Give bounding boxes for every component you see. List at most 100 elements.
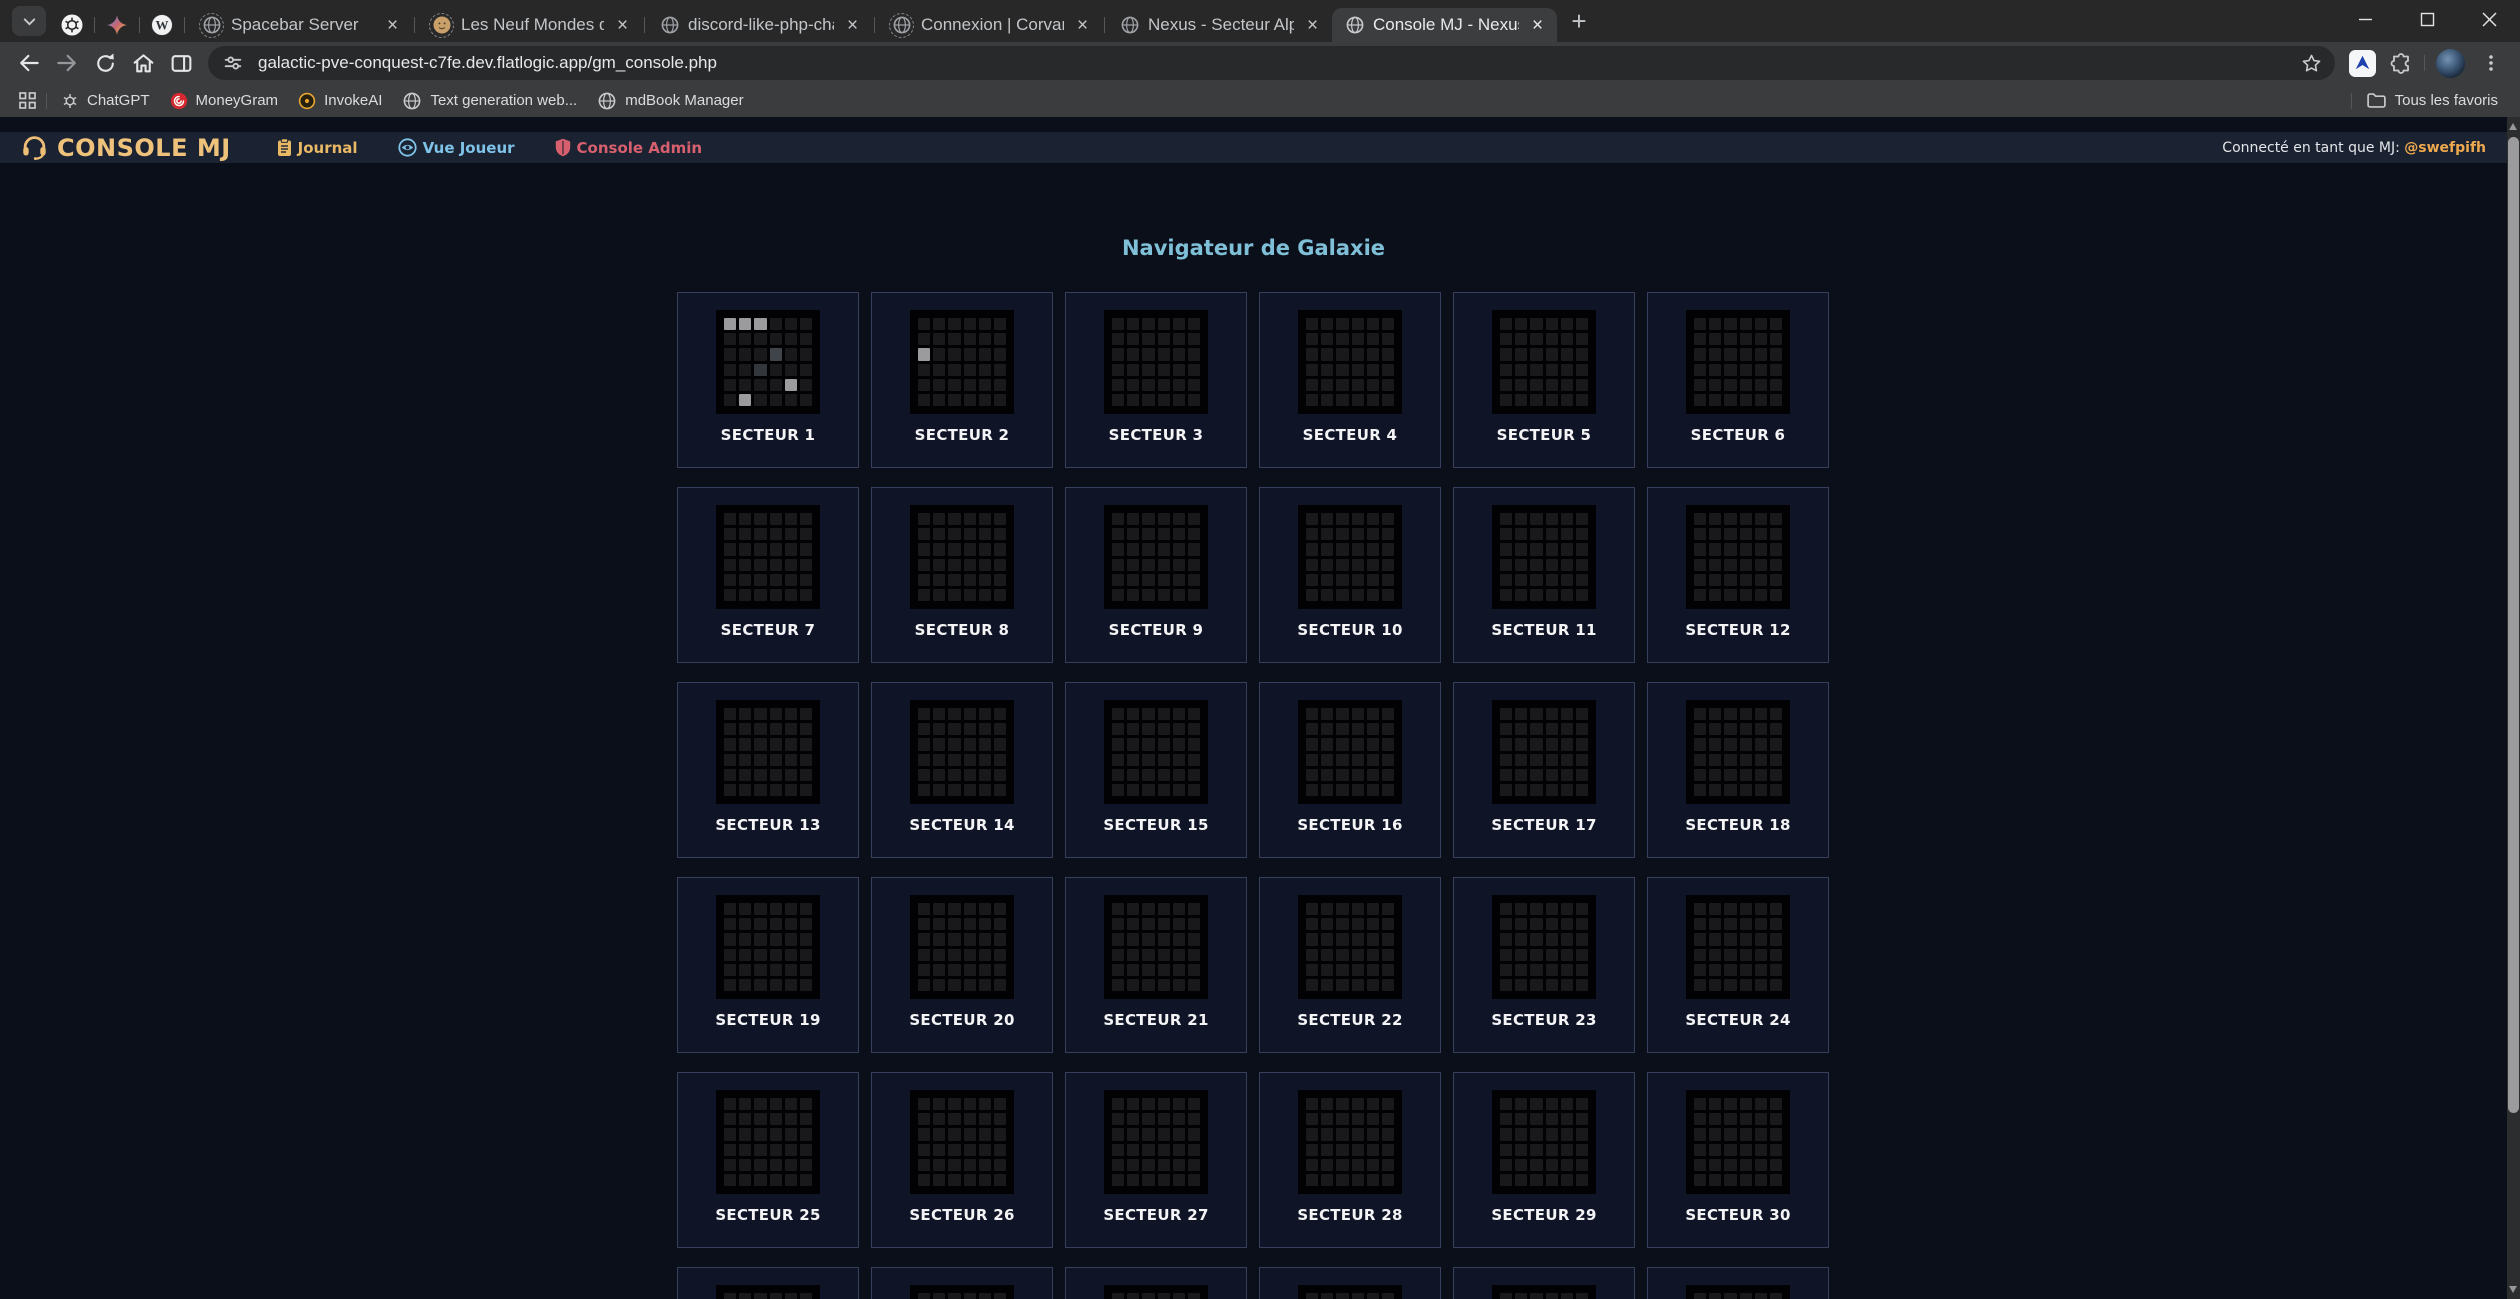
- home-button[interactable]: [124, 44, 162, 82]
- sector-card-27[interactable]: SECTEUR 27: [1065, 1072, 1247, 1248]
- sector-card-35[interactable]: SECTEUR 35: [1453, 1267, 1635, 1299]
- minimap-cell: [1158, 949, 1170, 961]
- minimap-cell: [933, 738, 945, 750]
- sector-card-18[interactable]: SECTEUR 18: [1647, 682, 1829, 858]
- sector-card-25[interactable]: SECTEUR 25: [677, 1072, 859, 1248]
- tab-close-button[interactable]: ×: [611, 14, 634, 37]
- sector-card-26[interactable]: SECTEUR 26: [871, 1072, 1053, 1248]
- sector-card-29[interactable]: SECTEUR 29: [1453, 1072, 1635, 1248]
- minimap-cell: [918, 1174, 930, 1186]
- bookmark-item-5[interactable]: mdBook Manager: [587, 88, 753, 114]
- bookmark-item-1[interactable]: ChatGPT: [51, 88, 160, 114]
- minimap-cell: [933, 333, 945, 345]
- minimap-cell: [964, 364, 976, 376]
- maximize-button[interactable]: [2396, 0, 2458, 38]
- url-text[interactable]: galactic-pve-conquest-c7fe.dev.flatlogic…: [258, 53, 2300, 73]
- bookmark-item-4[interactable]: Text generation web...: [392, 88, 587, 114]
- extensions-icon[interactable]: [2382, 44, 2420, 82]
- minimap-cell: [1770, 1098, 1782, 1110]
- sector-card-3[interactable]: SECTEUR 3: [1065, 292, 1247, 468]
- apps-grid-icon[interactable]: [12, 87, 42, 115]
- sector-card-21[interactable]: SECTEUR 21: [1065, 877, 1247, 1053]
- sector-card-34[interactable]: SECTEUR 34: [1259, 1267, 1441, 1299]
- scrollbar-down-arrow[interactable]: [2509, 1286, 2517, 1293]
- side-panel-button[interactable]: [162, 44, 200, 82]
- sector-card-10[interactable]: SECTEUR 10: [1259, 487, 1441, 663]
- minimize-button[interactable]: [2334, 0, 2396, 38]
- sector-card-30[interactable]: SECTEUR 30: [1647, 1072, 1829, 1248]
- minimap-cell: [1336, 1098, 1348, 1110]
- tab-close-button[interactable]: ×: [1526, 14, 1549, 37]
- tab-search-button[interactable]: [12, 6, 46, 36]
- pinned-tab-wordpress[interactable]: W: [147, 8, 177, 42]
- sector-card-28[interactable]: SECTEUR 28: [1259, 1072, 1441, 1248]
- sector-card-13[interactable]: SECTEUR 13: [677, 682, 859, 858]
- forward-button[interactable]: [48, 44, 86, 82]
- tab-close-button[interactable]: ×: [381, 14, 404, 37]
- pinned-extension-icon[interactable]: [2349, 50, 2376, 77]
- tab-2[interactable]: Les Neuf Mondes de la Mythol×: [417, 8, 642, 42]
- pinned-tab-chatgpt[interactable]: [57, 8, 87, 42]
- sector-card-9[interactable]: SECTEUR 9: [1065, 487, 1247, 663]
- tab-3[interactable]: discord-like-php-chat-7262.dev×: [647, 8, 872, 42]
- bookmark-star-icon[interactable]: [2300, 52, 2323, 75]
- tab-1[interactable]: Spacebar Server×: [187, 8, 412, 42]
- pinned-tab-gemini[interactable]: [102, 8, 132, 42]
- sector-card-14[interactable]: SECTEUR 14: [871, 682, 1053, 858]
- sector-card-32[interactable]: SECTEUR 32: [871, 1267, 1053, 1299]
- tab-close-button[interactable]: ×: [841, 14, 864, 37]
- sector-card-20[interactable]: SECTEUR 20: [871, 877, 1053, 1053]
- sector-card-17[interactable]: SECTEUR 17: [1453, 682, 1635, 858]
- close-window-button[interactable]: [2458, 0, 2520, 38]
- sector-card-15[interactable]: SECTEUR 15: [1065, 682, 1247, 858]
- sector-card-12[interactable]: SECTEUR 12: [1647, 487, 1829, 663]
- minimap-cell: [800, 589, 812, 601]
- minimap-cell: [1755, 574, 1767, 586]
- sector-card-22[interactable]: SECTEUR 22: [1259, 877, 1441, 1053]
- minimap-cell: [770, 949, 782, 961]
- tab-close-button[interactable]: ×: [1071, 14, 1094, 37]
- reload-button[interactable]: [86, 44, 124, 82]
- sector-card-2[interactable]: SECTEUR 2: [871, 292, 1053, 468]
- back-button[interactable]: [10, 44, 48, 82]
- minimap-cell: [994, 1159, 1006, 1171]
- minimap-cell: [1158, 723, 1170, 735]
- sector-card-6[interactable]: SECTEUR 6: [1647, 292, 1829, 468]
- sector-card-24[interactable]: SECTEUR 24: [1647, 877, 1829, 1053]
- nav-link-vue-joueur[interactable]: Vue Joueur: [398, 138, 515, 157]
- tab-close-button[interactable]: ×: [1301, 14, 1324, 37]
- tab-5[interactable]: Nexus - Secteur Alpha [G1]×: [1107, 8, 1332, 42]
- minimap-cell: [1724, 738, 1736, 750]
- sector-card-4[interactable]: SECTEUR 4: [1259, 292, 1441, 468]
- nav-link-console-admin[interactable]: Console Admin: [555, 138, 703, 157]
- sector-card-33[interactable]: SECTEUR 33: [1065, 1267, 1247, 1299]
- bookmark-item-3[interactable]: InvokeAI: [288, 88, 392, 114]
- all-bookmarks-button[interactable]: Tous les favoris: [2356, 88, 2508, 114]
- sector-card-11[interactable]: SECTEUR 11: [1453, 487, 1635, 663]
- site-settings-icon[interactable]: [222, 52, 244, 74]
- tab-6-active[interactable]: Console MJ - Nexus×: [1332, 8, 1557, 42]
- address-bar[interactable]: galactic-pve-conquest-c7fe.dev.flatlogic…: [208, 46, 2335, 80]
- sector-card-16[interactable]: SECTEUR 16: [1259, 682, 1441, 858]
- sector-card-8[interactable]: SECTEUR 8: [871, 487, 1053, 663]
- sector-card-31[interactable]: SECTEUR 31: [677, 1267, 859, 1299]
- minimap-cell: [1546, 1144, 1558, 1156]
- nav-link-journal[interactable]: Journal: [277, 138, 358, 157]
- tab-4[interactable]: Connexion | Corvara×: [877, 8, 1102, 42]
- sector-card-19[interactable]: SECTEUR 19: [677, 877, 859, 1053]
- sector-card-1[interactable]: SECTEUR 1: [677, 292, 859, 468]
- browser-menu-icon[interactable]: [2472, 44, 2510, 82]
- profile-avatar[interactable]: [2436, 49, 2465, 78]
- bookmark-item-2[interactable]: MoneyGram: [160, 88, 289, 114]
- minimap-cell: [754, 318, 766, 330]
- scrollbar-thumb[interactable]: [2508, 137, 2519, 1113]
- sector-card-23[interactable]: SECTEUR 23: [1453, 877, 1635, 1053]
- sector-card-5[interactable]: SECTEUR 5: [1453, 292, 1635, 468]
- minimap-cell: [979, 364, 991, 376]
- sector-card-36[interactable]: SECTEUR 36: [1647, 1267, 1829, 1299]
- new-tab-button[interactable]: +: [1561, 4, 1597, 38]
- scrollbar-up-arrow[interactable]: [2509, 123, 2517, 130]
- sector-minimap-7: [716, 505, 820, 609]
- minimap-cell: [1709, 769, 1721, 781]
- sector-card-7[interactable]: SECTEUR 7: [677, 487, 859, 663]
